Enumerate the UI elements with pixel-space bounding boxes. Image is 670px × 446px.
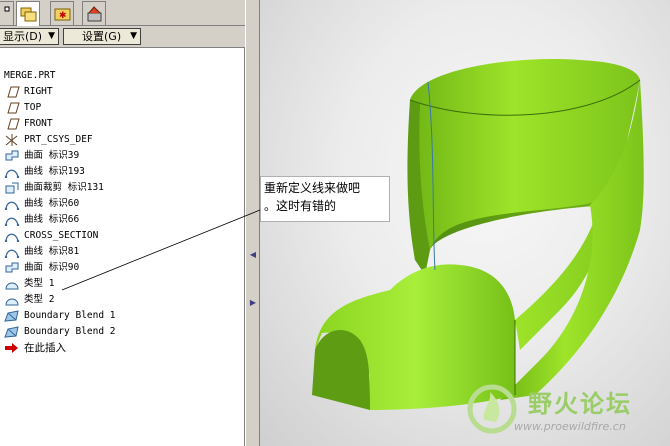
chevron-down-icon: ▼ bbox=[130, 31, 137, 41]
watermark-title: 野火论坛 bbox=[528, 390, 632, 418]
curve-icon bbox=[4, 246, 20, 259]
tree-item-label: CROSS_SECTION bbox=[24, 230, 99, 241]
tree-item-label: 曲线 标识81 bbox=[24, 246, 80, 257]
expand-right-arrow-icon[interactable]: ▶ bbox=[248, 296, 258, 310]
connections-icon bbox=[87, 6, 102, 22]
tree-item-label: 类型 1 bbox=[24, 278, 55, 289]
show-menu-label: 显示(D) bbox=[3, 30, 43, 43]
tree-item-label: RIGHT bbox=[24, 86, 53, 97]
tree-item-label: Boundary Blend 1 bbox=[24, 310, 116, 321]
tree-toolbar: 显示(D) ▼ 设置(G) ▼ bbox=[0, 26, 245, 48]
tree-item-label: 类型 2 bbox=[24, 294, 55, 305]
forum-watermark: 野火论坛 www.proewildfire.cn bbox=[458, 380, 663, 440]
tab-folder-browser[interactable] bbox=[16, 1, 40, 26]
tree-item-label: 在此插入 bbox=[24, 342, 66, 354]
type-feature-icon bbox=[4, 294, 20, 306]
navigator-tab-bar: ✱ bbox=[0, 0, 245, 26]
coordinate-system-icon bbox=[4, 134, 20, 146]
callout-line-1: 重新定义线来做吧 bbox=[264, 181, 361, 195]
curve-icon bbox=[4, 198, 20, 211]
tree-item-label: 曲面 标识90 bbox=[24, 262, 80, 273]
favorites-folder-icon: ✱ bbox=[54, 8, 71, 21]
boundary-blend-icon bbox=[4, 326, 20, 338]
surface-icon bbox=[4, 262, 20, 274]
curve-icon bbox=[4, 166, 20, 179]
folder-browser-icon bbox=[20, 7, 37, 22]
model-tree-icon bbox=[4, 6, 10, 12]
curve-icon bbox=[4, 214, 20, 227]
svg-text:✱: ✱ bbox=[59, 11, 67, 21]
tree-item-label: 曲面裁剪 标识131 bbox=[24, 182, 104, 193]
callout-note: 重新定义线来做吧 。这时有错的 bbox=[260, 176, 390, 222]
callout-line-2: 。这时有错的 bbox=[264, 199, 337, 213]
watermark-url: www.proewildfire.cn bbox=[514, 420, 626, 433]
tree-item-label: 曲线 标识66 bbox=[24, 214, 80, 225]
tree-item-label: TOP bbox=[24, 102, 42, 113]
datum-plane-icon bbox=[4, 102, 20, 114]
model-tree-panel: ✱ 显示(D) ▼ 设置(G) ▼ MERGE.PRT RIGHT TOP FRON… bbox=[0, 0, 245, 446]
type-feature-icon bbox=[4, 278, 20, 290]
surface-trim-icon bbox=[4, 182, 20, 194]
settings-menu-button[interactable]: 设置(G) ▼ bbox=[63, 28, 141, 45]
tree-item-label: FRONT bbox=[24, 118, 53, 129]
tab-favorites[interactable]: ✱ bbox=[50, 1, 74, 25]
datum-plane-icon bbox=[4, 86, 20, 98]
tree-item-label: PRT_CSYS_DEF bbox=[24, 134, 93, 145]
tree-item-label: 曲线 标识193 bbox=[24, 166, 85, 177]
tab-connections[interactable] bbox=[82, 1, 106, 25]
insert-here-arrow-icon bbox=[4, 342, 20, 354]
surface-icon bbox=[4, 150, 20, 162]
model-tree: MERGE.PRT RIGHT TOP FRONT PRT_CSYS_DEF 曲面 标识… bbox=[0, 66, 242, 446]
tree-item-label: Boundary Blend 2 bbox=[24, 326, 116, 337]
boundary-blend-icon bbox=[4, 310, 20, 322]
tree-item-label: 曲面 标识39 bbox=[24, 150, 80, 161]
datum-plane-icon bbox=[4, 118, 20, 130]
tab-model-tree[interactable] bbox=[0, 1, 14, 25]
tree-root-label: MERGE.PRT bbox=[4, 70, 56, 81]
curve-icon bbox=[4, 230, 20, 243]
chevron-down-icon: ▼ bbox=[48, 31, 55, 41]
settings-menu-label: 设置(G) bbox=[82, 30, 122, 43]
show-menu-button[interactable]: 显示(D) ▼ bbox=[0, 28, 59, 45]
tree-item-label: 曲线 标识60 bbox=[24, 198, 80, 209]
collapse-left-arrow-icon[interactable]: ◀ bbox=[248, 248, 258, 262]
panel-sash[interactable]: ◀ ▶ bbox=[245, 0, 260, 446]
wildfire-logo-icon bbox=[467, 384, 517, 434]
